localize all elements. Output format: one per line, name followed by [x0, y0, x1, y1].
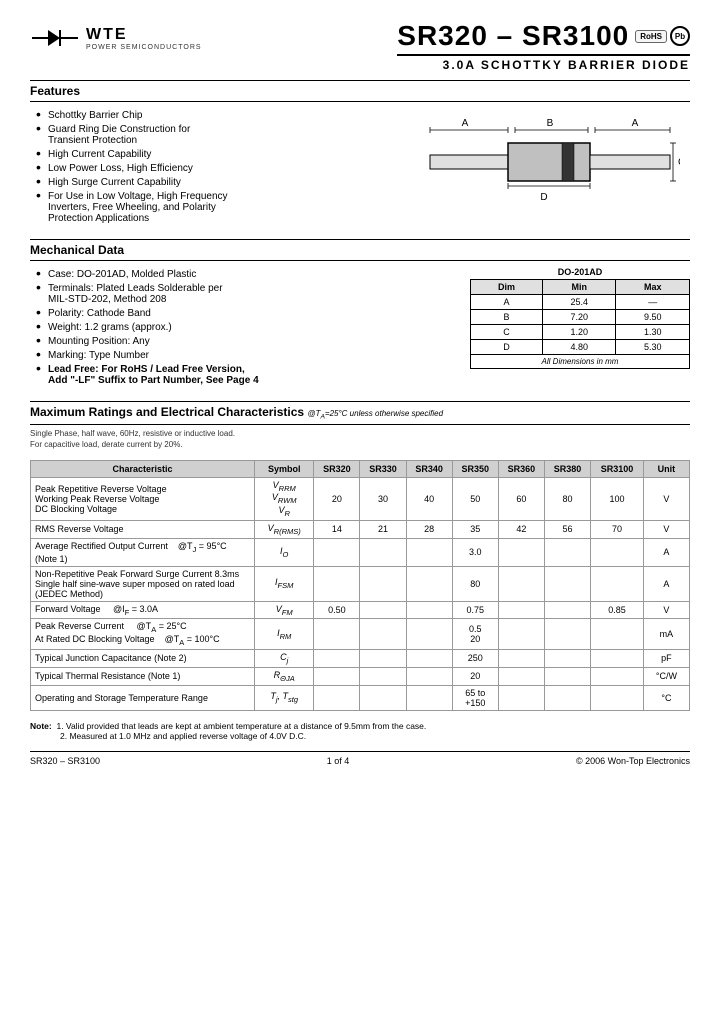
- max-ratings-note1: Single Phase, half wave, 60Hz, resistive…: [30, 429, 690, 438]
- svg-text:C: C: [678, 157, 680, 168]
- table-row: Non-Repetitive Peak Forward Surge Curren…: [31, 566, 690, 601]
- feature-item: High Surge Current Capability: [34, 175, 390, 189]
- feature-item: For Use in Low Voltage, High FrequencyIn…: [34, 189, 390, 225]
- ratings-table: Characteristic Symbol SR320 SR330 SR340 …: [30, 460, 690, 711]
- page-footer: SR320 – SR3100 1 of 4 © 2006 Won-Top Ele…: [30, 751, 690, 766]
- features-header: Features: [30, 80, 690, 102]
- table-row: A 25.4 —: [471, 295, 690, 310]
- diode-diagram-area: A B A: [410, 108, 690, 225]
- note-2: 2. Measured at 1.0 MHz and applied rever…: [30, 731, 306, 741]
- table-row: RMS Reverse Voltage VR(RMS) 14 21 28 35 …: [31, 520, 690, 538]
- mechanical-section: Case: DO-201AD, Molded Plastic Terminals…: [30, 267, 690, 387]
- mech-item: Lead Free: For RoHS / Lead Free Version,…: [34, 362, 450, 387]
- note-1: 1. Valid provided that leads are kept at…: [56, 721, 426, 731]
- feature-item: High Current Capability: [34, 147, 390, 161]
- table-row: Peak Reverse Current @TA = 25°C At Rated…: [31, 619, 690, 650]
- features-list: Schottky Barrier Chip Guard Ring Die Con…: [30, 108, 390, 225]
- dimensions-table: DO-201AD Dim Min Max A 25.4 — B 7.20 9.5…: [470, 267, 690, 369]
- footer-right: © 2006 Won-Top Electronics: [576, 756, 690, 766]
- rohs-badge: RoHS: [635, 30, 667, 43]
- footer-left: SR320 – SR3100: [30, 756, 100, 766]
- table-row: Average Rectified Output Current @TJ = 9…: [31, 538, 690, 566]
- table-row: Typical Thermal Resistance (Note 1) RΘJA…: [31, 667, 690, 685]
- mech-item: Weight: 1.2 grams (approx.): [34, 320, 450, 334]
- max-ratings-title: Maximum Ratings and Electrical Character…: [30, 405, 307, 419]
- svg-text:B: B: [547, 118, 554, 129]
- mechanical-list: Case: DO-201AD, Molded Plastic Terminals…: [30, 267, 450, 387]
- svg-text:A: A: [632, 118, 639, 129]
- table-row: Forward Voltage @IF = 3.0A VFM 0.50 0.75…: [31, 601, 690, 619]
- pb-badge: Pb: [670, 26, 690, 46]
- col-sr320: SR320: [314, 460, 360, 477]
- features-list-area: Schottky Barrier Chip Guard Ring Die Con…: [30, 108, 390, 225]
- col-sr330: SR330: [360, 460, 406, 477]
- table-row: Operating and Storage Temperature Range …: [31, 685, 690, 710]
- max-ratings-header: Maximum Ratings and Electrical Character…: [30, 401, 690, 425]
- notes-section: Note: 1. Valid provided that leads are k…: [30, 721, 690, 741]
- max-ratings-note2: For capacitive load, derate current by 2…: [30, 440, 690, 449]
- table-row: Typical Junction Capacitance (Note 2) Cj…: [31, 649, 690, 667]
- package-diagram: A B A: [420, 108, 680, 218]
- feature-item: Guard Ring Die Construction forTransient…: [34, 122, 390, 147]
- col-sr340: SR340: [406, 460, 452, 477]
- product-subtitle: 3.0A SCHOTTKY BARRIER DIODE: [397, 54, 690, 72]
- table-row: D 4.80 5.30: [471, 340, 690, 355]
- mech-item: Terminals: Plated Leads Solderable perMI…: [34, 281, 450, 306]
- part-number: SR320 – SR3100: [397, 20, 629, 52]
- table-row: Peak Repetitive Reverse Voltage Working …: [31, 477, 690, 520]
- mech-item: Mounting Position: Any: [34, 334, 450, 348]
- table-row: All Dimensions in mm: [471, 355, 690, 369]
- dim-col-header: Min: [543, 280, 616, 295]
- dim-col-header: Dim: [471, 280, 543, 295]
- page-header: WTE POWER SEMICONDUCTORS SR320 – SR3100 …: [30, 20, 690, 72]
- feature-item: Low Power Loss, High Efficiency: [34, 161, 390, 175]
- max-ratings-section: Maximum Ratings and Electrical Character…: [30, 401, 690, 711]
- col-sr3100: SR3100: [591, 460, 644, 477]
- footer-center: 1 of 4: [327, 756, 350, 766]
- product-title-area: SR320 – SR3100 RoHS Pb 3.0A SCHOTTKY BAR…: [397, 20, 690, 72]
- feature-item: Schottky Barrier Chip: [34, 108, 390, 122]
- mechanical-header: Mechanical Data: [30, 239, 690, 261]
- col-sr360: SR360: [498, 460, 544, 477]
- mech-item: Case: DO-201AD, Molded Plastic: [34, 267, 450, 281]
- svg-text:D: D: [540, 192, 547, 203]
- dimensions-table-area: DO-201AD Dim Min Max A 25.4 — B 7.20 9.5…: [470, 267, 690, 387]
- wte-brand: WTE POWER SEMICONDUCTORS: [86, 26, 202, 51]
- col-sr350: SR350: [452, 460, 498, 477]
- mech-item: Polarity: Cathode Band: [34, 306, 450, 320]
- table-row: B 7.20 9.50: [471, 310, 690, 325]
- notes-title: Note:: [30, 721, 54, 731]
- company-logo: WTE POWER SEMICONDUCTORS: [30, 20, 202, 56]
- mechanical-list-area: Case: DO-201AD, Molded Plastic Terminals…: [30, 267, 450, 387]
- company-name: WTE: [86, 26, 202, 44]
- features-section: Schottky Barrier Chip Guard Ring Die Con…: [30, 108, 690, 225]
- mech-item: Marking: Type Number: [34, 348, 450, 362]
- diode-symbol-icon: [30, 20, 80, 56]
- dim-table-title: DO-201AD: [470, 267, 690, 277]
- col-characteristic: Characteristic: [31, 460, 255, 477]
- col-sr380: SR380: [544, 460, 590, 477]
- company-subtitle: POWER SEMICONDUCTORS: [86, 44, 202, 51]
- max-ratings-note: @TA=25°C unless otherwise specified: [307, 409, 443, 418]
- table-row: C 1.20 1.30: [471, 325, 690, 340]
- dim-col-header: Max: [616, 280, 690, 295]
- col-unit: Unit: [643, 460, 689, 477]
- svg-text:A: A: [462, 118, 469, 129]
- col-symbol: Symbol: [255, 460, 314, 477]
